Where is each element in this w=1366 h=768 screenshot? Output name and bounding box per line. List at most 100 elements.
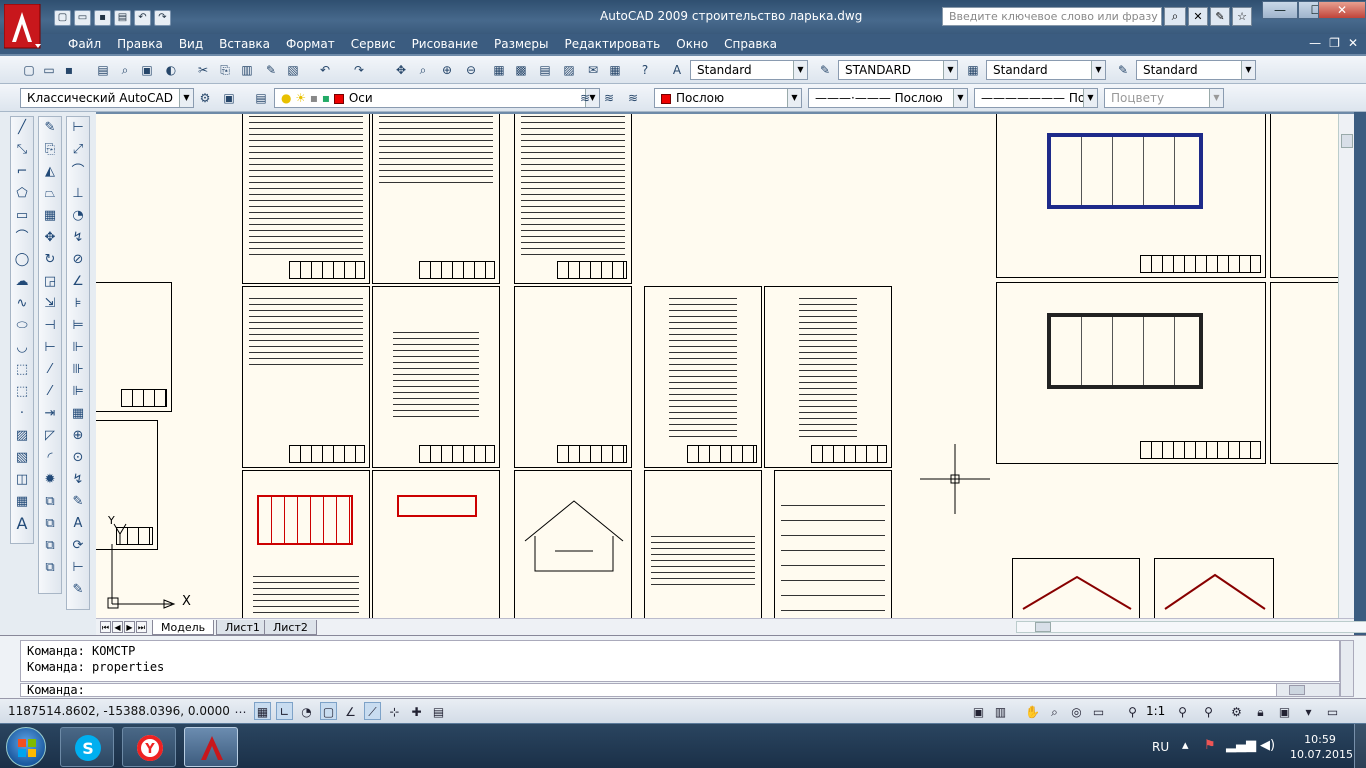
dim-edit-icon[interactable]: ✎ xyxy=(67,491,89,513)
diameter-icon[interactable]: ⊘ xyxy=(67,249,89,271)
first-tab-button[interactable]: ⏮ xyxy=(100,621,111,633)
object-snap-tracking-icon[interactable]: ∠ xyxy=(342,702,359,720)
language-indicator[interactable]: RU xyxy=(1152,740,1169,754)
annotation-visibility-icon[interactable]: ⚲ xyxy=(1174,702,1191,720)
scale-icon[interactable]: ◲ xyxy=(39,271,61,293)
infocenter-icon[interactable]: ✕ xyxy=(1188,7,1208,26)
cut-icon[interactable]: ✂ xyxy=(194,61,212,79)
break-at-point-icon[interactable]: ⁄ xyxy=(39,359,61,381)
redo-icon[interactable]: ↷ xyxy=(350,61,368,79)
copy-icon[interactable]: ⎘ xyxy=(216,61,234,79)
start-button[interactable] xyxy=(6,727,46,767)
spline-icon[interactable]: ∿ xyxy=(11,293,33,315)
line-icon[interactable]: ╱ xyxy=(11,117,33,139)
menu-dimension[interactable]: Размеры xyxy=(486,36,557,52)
explode-icon[interactable]: ✹ xyxy=(39,469,61,491)
new-icon[interactable]: ▢ xyxy=(20,61,38,79)
array-icon[interactable]: ▦ xyxy=(39,205,61,227)
make-block-icon[interactable]: ⬚ xyxy=(11,381,33,403)
menu-modify[interactable]: Редактировать xyxy=(557,36,669,52)
network-signal-icon[interactable]: ▂▄▆ xyxy=(1226,738,1256,753)
status-tray-icon[interactable]: ▾ xyxy=(1300,702,1317,720)
menu-file[interactable]: Файл xyxy=(60,36,109,52)
layer-select[interactable]: ● ☀ ▪ ▪ Оси ▼ xyxy=(274,88,600,108)
doc-restore-button[interactable]: ❐ xyxy=(1329,36,1340,50)
draworder-icon[interactable]: ⧉ xyxy=(39,491,61,513)
dim-style-icon[interactable]: ⊢ xyxy=(67,557,89,579)
make-object-layer-current-icon[interactable]: ≋ xyxy=(576,89,594,107)
menu-window[interactable]: Окно xyxy=(668,36,716,52)
draworder-front-icon[interactable]: ⧉ xyxy=(39,513,61,535)
chamfer-icon[interactable]: ◸ xyxy=(39,425,61,447)
workspace-settings-gear-icon[interactable]: ⚙ xyxy=(196,89,214,107)
tab-layout1[interactable]: Лист1 xyxy=(216,620,269,635)
annotation-scale-value[interactable]: 1:1 xyxy=(1146,704,1165,718)
table-style-icon[interactable]: ▦ xyxy=(964,61,982,79)
zoom-realtime-icon[interactable]: ⌕ xyxy=(414,61,432,79)
color-select[interactable]: Послою ▼ xyxy=(654,88,802,108)
dim-break-icon[interactable]: ⊫ xyxy=(67,381,89,403)
auto-scale-icon[interactable]: ⚲ xyxy=(1200,702,1217,720)
break-icon[interactable]: ⁄ xyxy=(39,381,61,403)
erase-icon[interactable]: ✎ xyxy=(39,117,61,139)
command-scrollbar[interactable] xyxy=(1340,640,1354,697)
dynamic-input-icon[interactable]: ⊹ xyxy=(386,702,403,720)
favorites-star-icon[interactable]: ☆ xyxy=(1232,7,1252,26)
text-style-select[interactable]: Standard ▼ xyxy=(690,60,808,80)
properties-icon[interactable]: ▦ xyxy=(490,61,508,79)
match-properties-icon[interactable]: ✎ xyxy=(262,61,280,79)
command-scrollbar-horizontal[interactable] xyxy=(1276,683,1340,697)
tolerance-icon[interactable]: ▦ xyxy=(67,403,89,425)
scroll-thumb[interactable] xyxy=(1341,134,1353,148)
help-icon[interactable]: ? xyxy=(636,61,654,79)
draworder-back-icon[interactable]: ⧉ xyxy=(39,535,61,557)
menu-help[interactable]: Справка xyxy=(716,36,785,52)
mirror-icon[interactable]: ◭ xyxy=(39,161,61,183)
polyline-icon[interactable]: ⌐ xyxy=(11,161,33,183)
3d-dwf-icon[interactable]: ◐ xyxy=(162,61,180,79)
pan-icon[interactable]: ✥ xyxy=(392,61,410,79)
jogged-linear-icon[interactable]: ↯ xyxy=(67,469,89,491)
ellipse-arc-icon[interactable]: ◡ xyxy=(11,337,33,359)
dim-text-edit-icon[interactable]: A xyxy=(67,513,89,535)
grid-display-icon[interactable]: ▦ xyxy=(254,702,271,720)
save-icon[interactable]: ▪ xyxy=(94,10,111,26)
markup-icon[interactable]: ✉ xyxy=(584,61,602,79)
hardware-acceleration-icon[interactable]: ▣ xyxy=(1276,702,1293,720)
next-tab-button[interactable]: ▶ xyxy=(124,621,135,633)
vertical-scrollbar[interactable] xyxy=(1338,114,1354,618)
lineweight-toggle-icon[interactable]: ✚ xyxy=(408,702,425,720)
object-snap-icon[interactable]: ▢ xyxy=(320,702,337,720)
minimize-button[interactable]: — xyxy=(1262,1,1298,19)
snap-mode-icon[interactable]: ⋯ xyxy=(232,702,249,720)
table-style-select[interactable]: Standard ▼ xyxy=(986,60,1106,80)
tool-palettes-icon[interactable]: ▤ xyxy=(536,61,554,79)
block-editor-icon[interactable]: ▧ xyxy=(284,61,302,79)
mleader-style-select[interactable]: Standard ▼ xyxy=(1136,60,1256,80)
stretch-icon[interactable]: ⇲ xyxy=(39,293,61,315)
table-icon[interactable]: ▦ xyxy=(11,491,33,513)
search-icon[interactable]: ⌕ xyxy=(1164,7,1186,26)
menu-edit[interactable]: Правка xyxy=(109,36,171,52)
calculator-icon[interactable]: ▦ xyxy=(606,61,624,79)
layer-manager-icon[interactable]: ▤ xyxy=(252,89,270,107)
communication-icon[interactable]: ✎ xyxy=(1210,7,1230,26)
ordinate-icon[interactable]: ⊥ xyxy=(67,183,89,205)
jogged-icon[interactable]: ↯ xyxy=(67,227,89,249)
dim-override-icon[interactable]: ✎ xyxy=(67,579,89,601)
region-icon[interactable]: ◫ xyxy=(11,469,33,491)
dynamic-ucs-icon[interactable]: ⟋ xyxy=(364,702,381,720)
baseline-icon[interactable]: ⊨ xyxy=(67,315,89,337)
zoom-window-icon[interactable]: ⊕ xyxy=(438,61,456,79)
polar-tracking-icon[interactable]: ◔ xyxy=(298,702,315,720)
lineweight-select[interactable]: ——————— Послою▼ xyxy=(974,88,1098,108)
group-icon[interactable]: ⧉ xyxy=(39,557,61,579)
coordinate-readout[interactable]: 1187514.8602, -15388.0396, 0.0000 xyxy=(8,704,230,718)
open-file-icon[interactable]: ▭ xyxy=(74,10,91,26)
layer-states-icon[interactable]: ≋ xyxy=(624,89,642,107)
angular-icon[interactable]: ∠ xyxy=(67,271,89,293)
dim-style-select[interactable]: STANDARD ▼ xyxy=(838,60,958,80)
rotate-icon[interactable]: ↻ xyxy=(39,249,61,271)
lock-icon[interactable]: 🔒︎ xyxy=(1252,702,1269,720)
linetype-select[interactable]: ———·——— Послою ▼ xyxy=(808,88,968,108)
